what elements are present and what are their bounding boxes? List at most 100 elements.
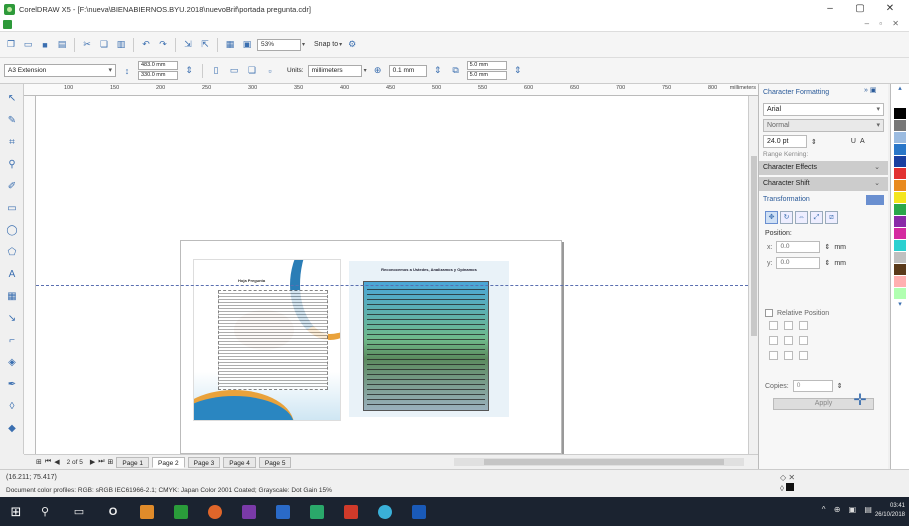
color-swatch[interactable]	[894, 252, 906, 264]
color-swatch[interactable]	[894, 180, 906, 192]
coreldraw-taskbar-icon[interactable]	[174, 504, 188, 519]
word-icon[interactable]	[276, 504, 290, 519]
tab-page-5[interactable]: Page 5	[258, 456, 292, 468]
units-dropdown[interactable]: millimeters	[307, 64, 362, 77]
pick-tool-icon[interactable]: ↖	[5, 92, 19, 106]
application-launcher-icon[interactable]: ▦	[223, 38, 237, 52]
copy-icon[interactable]: ❏	[97, 38, 111, 52]
color-swatch[interactable]	[894, 96, 906, 108]
dimension-tool-icon[interactable]: ↘	[5, 312, 19, 326]
open-icon[interactable]: ▭	[21, 38, 35, 52]
portrait-icon[interactable]: ▯	[209, 64, 223, 78]
options-icon[interactable]: ⚙	[345, 38, 359, 52]
landscape-icon[interactable]: ▭	[227, 64, 241, 78]
anchor-checkbox[interactable]	[784, 321, 793, 330]
anchor-checkbox[interactable]	[769, 351, 778, 360]
font-style-list[interactable]: Normal ▾	[763, 119, 884, 132]
shape-tool-icon[interactable]: ✎	[5, 114, 19, 128]
redo-icon[interactable]: ↷	[156, 38, 170, 52]
color-swatch[interactable]	[894, 240, 906, 252]
anchor-checkbox[interactable]	[769, 336, 778, 345]
anchor-checkbox[interactable]	[799, 321, 808, 330]
close-button[interactable]: ✕	[875, 2, 905, 16]
ellipse-tool-icon[interactable]: ◯	[5, 224, 19, 238]
coreldraw-app-icon[interactable]	[4, 3, 15, 15]
size-icon[interactable]: ⤢	[810, 211, 823, 224]
firefox-icon[interactable]	[208, 504, 222, 519]
document-page[interactable]: Hoja Pregunta Reconocemos a Ustedes, Ana…	[180, 240, 562, 454]
print-icon[interactable]: ▤	[55, 38, 69, 52]
horizontal-ruler[interactable]: 100 150 200 250 300 350 400 450 500 550 …	[24, 84, 758, 96]
color-swatch[interactable]	[894, 192, 906, 204]
font-list[interactable]: Arial ▾	[763, 103, 884, 116]
connector-tool-icon[interactable]: ⌐	[5, 334, 19, 348]
expand-icon[interactable]: ⌄	[874, 177, 880, 191]
onenote-icon[interactable]	[242, 504, 256, 519]
color-swatch[interactable]	[894, 108, 906, 120]
chevron-down-icon[interactable]: ▾	[302, 41, 305, 48]
color-swatch[interactable]	[894, 120, 906, 132]
copies-field[interactable]: 0	[792, 380, 833, 392]
fill-tool-icon[interactable]: ◆	[5, 422, 19, 436]
spin-icon[interactable]: ⇕	[511, 64, 525, 78]
crop-tool-icon[interactable]: ⌗	[5, 136, 19, 150]
chevron-down-icon[interactable]: ▾	[876, 104, 880, 115]
windows-start-icon[interactable]: ⊞	[4, 497, 28, 526]
anchor-checkbox[interactable]	[784, 336, 793, 345]
scrollbar-thumb[interactable]	[751, 156, 757, 336]
chevron-down-icon[interactable]: ▾	[876, 120, 880, 131]
maximize-button[interactable]: ▢	[845, 2, 875, 16]
opera-icon[interactable]: O	[106, 506, 120, 518]
cut-icon[interactable]: ✂	[80, 38, 94, 52]
tab-page-3[interactable]: Page 3	[187, 456, 221, 468]
left-cover-panel[interactable]: Hoja Pregunta	[193, 259, 341, 421]
anchor-checkbox[interactable]	[799, 336, 808, 345]
scale-mirror-icon[interactable]: ⇔	[795, 211, 808, 224]
outline-color-icon[interactable]: ◊	[780, 483, 795, 493]
position-icon[interactable]: ✥	[765, 211, 778, 224]
color-profile-info[interactable]: Document color profiles: RGB: sRGB IEC61…	[6, 487, 332, 494]
horizontal-scrollbar[interactable]	[454, 458, 744, 466]
docker-close-icon[interactable]: » ▣	[864, 86, 884, 97]
freehand-tool-icon[interactable]: ✐	[5, 180, 19, 194]
text-lines[interactable]	[367, 285, 485, 409]
nudge-distance-field[interactable]: 0.1 mm	[388, 64, 427, 77]
palette-scroll-up-icon[interactable]: ▴	[891, 84, 909, 96]
spin-icon[interactable]: ⇕	[431, 64, 445, 78]
add-page-icon[interactable]: ⊞	[36, 458, 42, 466]
current-page-icon[interactable]: ▫	[263, 64, 277, 78]
page-preset-dropdown[interactable]: A3 Extension	[4, 64, 116, 77]
position-x-field[interactable]: 0.0	[776, 241, 821, 253]
eyedropper-tool-icon[interactable]: ✒	[5, 378, 19, 392]
text-tool-icon[interactable]: A	[5, 268, 19, 282]
document-icon[interactable]	[3, 20, 12, 29]
no-fill-icon[interactable]: ◇ ✕	[780, 473, 795, 482]
vertical-ruler[interactable]	[24, 96, 36, 454]
chrome-icon[interactable]	[378, 504, 392, 519]
horizontal-guideline[interactable]	[36, 285, 748, 286]
color-swatch[interactable]	[894, 276, 906, 288]
table-tool-icon[interactable]: ▦	[5, 290, 19, 304]
outline-tool-icon[interactable]: ◊	[5, 400, 19, 414]
drawing-canvas[interactable]: Hoja Pregunta Reconocemos a Ustedes, Ana…	[36, 96, 748, 454]
underline-icon[interactable]: U	[851, 138, 856, 145]
character-shift-section[interactable]: Character Shift ⌄	[759, 177, 888, 191]
tab-page-2[interactable]: Page 2	[152, 456, 185, 468]
anchor-checkbox[interactable]	[784, 351, 793, 360]
next-page-icon[interactable]: ▶	[90, 458, 95, 466]
previous-page-icon[interactable]: ◀	[54, 458, 59, 466]
search-icon[interactable]: ⚲	[38, 505, 52, 518]
zoom-tool-icon[interactable]: ⚲	[5, 158, 19, 172]
export-icon[interactable]: ⇱	[198, 38, 212, 52]
character-effects-section[interactable]: Character Effects ⌄	[759, 161, 888, 175]
color-swatch[interactable]	[894, 216, 906, 228]
blend-tool-icon[interactable]: ◈	[5, 356, 19, 370]
vertical-scrollbar[interactable]	[748, 96, 758, 454]
color-swatch[interactable]	[894, 204, 906, 216]
zoom-level-field[interactable]: 53%	[257, 38, 301, 51]
color-swatch[interactable]	[894, 168, 906, 180]
font-size-field[interactable]: 24.0 pt	[763, 135, 807, 148]
page-height-field[interactable]: 330.0 mm	[138, 71, 178, 80]
relative-position-checkbox[interactable]	[765, 309, 773, 317]
acrobat-icon[interactable]	[344, 504, 358, 519]
